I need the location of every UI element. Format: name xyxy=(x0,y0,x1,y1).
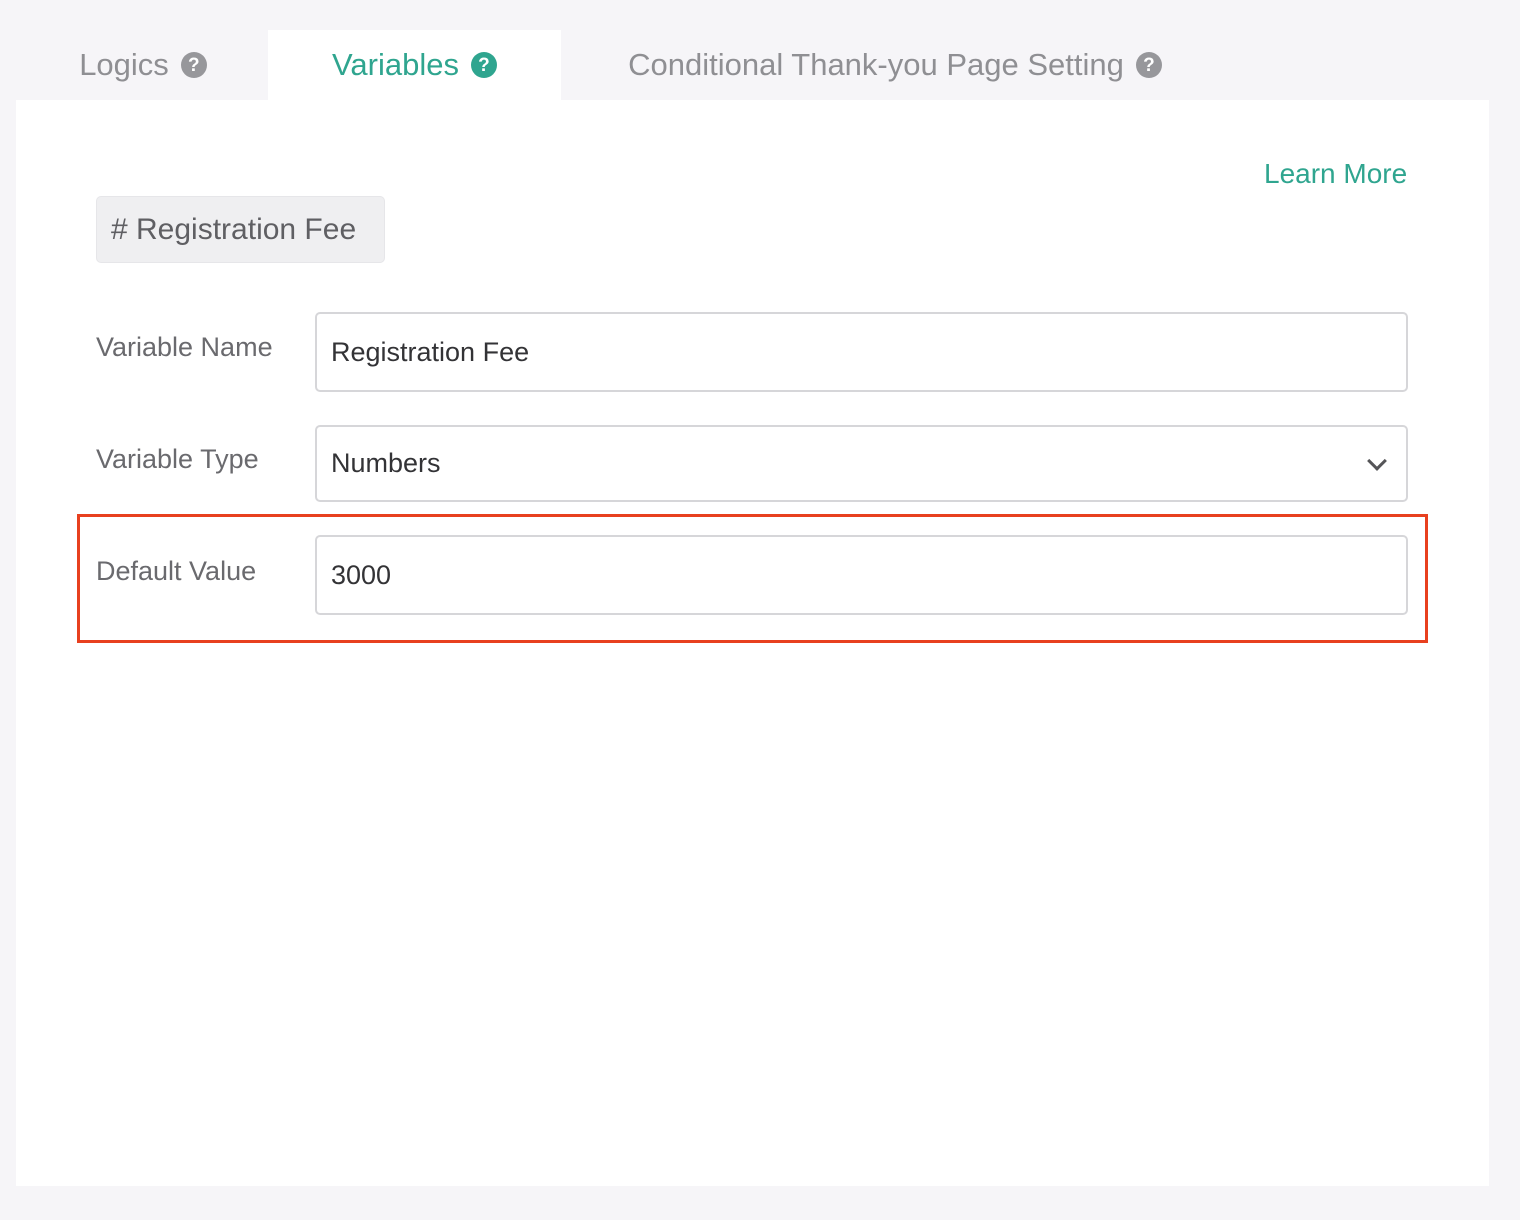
variable-name-value: Registration Fee xyxy=(331,336,530,367)
tab-conditional-thank-you[interactable]: Conditional Thank-you Page Setting ? xyxy=(600,30,1190,100)
variable-chip[interactable]: # Registration Fee xyxy=(96,196,385,263)
chevron-down-icon xyxy=(1367,450,1387,471)
variables-panel: Learn More # Registration Fee Variable N… xyxy=(16,100,1489,1186)
default-value-input[interactable]: 3000 xyxy=(315,535,1408,615)
tab-logics-label: Logics xyxy=(79,47,169,82)
variable-name-label: Variable Name xyxy=(96,332,273,362)
tab-logics[interactable]: Logics ? xyxy=(60,30,226,100)
variable-type-label: Variable Type xyxy=(96,444,259,474)
default-value-value: 3000 xyxy=(331,559,392,590)
tab-conditional-thank-you-label: Conditional Thank-you Page Setting xyxy=(628,47,1124,82)
tab-bar: Logics ? Variables ? Conditional Thank-y… xyxy=(0,0,1520,100)
help-icon[interactable]: ? xyxy=(180,52,207,78)
tab-variables-label: Variables xyxy=(332,47,459,82)
help-icon[interactable]: ? xyxy=(470,52,497,78)
help-icon[interactable]: ? xyxy=(1135,52,1162,78)
learn-more-link[interactable]: Learn More xyxy=(1264,158,1407,190)
default-value-label: Default Value xyxy=(96,556,257,586)
variable-type-select[interactable]: Numbers xyxy=(315,425,1408,502)
variable-type-value: Numbers xyxy=(331,448,441,478)
tab-variables[interactable]: Variables ? xyxy=(268,30,561,100)
variable-name-input[interactable]: Registration Fee xyxy=(315,312,1408,392)
